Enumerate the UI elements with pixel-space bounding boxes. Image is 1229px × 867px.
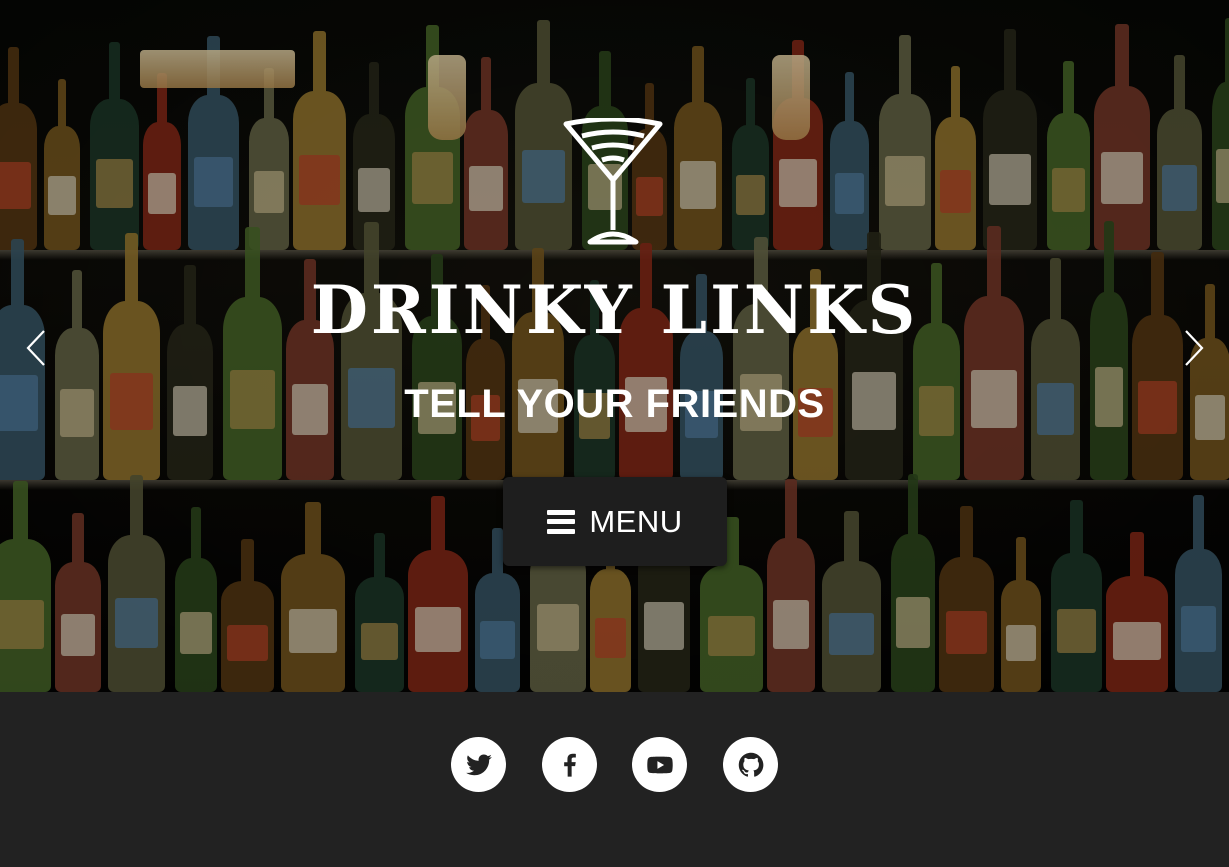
github-icon	[738, 752, 763, 777]
martini-glass-icon	[560, 116, 666, 248]
tagline: TELL YOUR FRIENDS	[404, 382, 825, 426]
facebook-link[interactable]	[542, 737, 597, 792]
brand-title: DRINKY LINKS	[310, 271, 919, 349]
hero-carousel: DRINKY LINKS TELL YOUR FRIENDS MENU	[0, 0, 1229, 692]
footer	[0, 692, 1229, 867]
twitter-link[interactable]	[451, 737, 506, 792]
twitter-icon	[465, 754, 492, 775]
github-link[interactable]	[723, 737, 778, 792]
youtube-link[interactable]	[632, 737, 687, 792]
menu-button-label: MENU	[589, 503, 683, 539]
menu-button[interactable]: MENU	[503, 477, 727, 566]
youtube-icon	[646, 756, 673, 773]
facebook-icon	[563, 753, 576, 777]
hamburger-icon	[547, 509, 576, 534]
